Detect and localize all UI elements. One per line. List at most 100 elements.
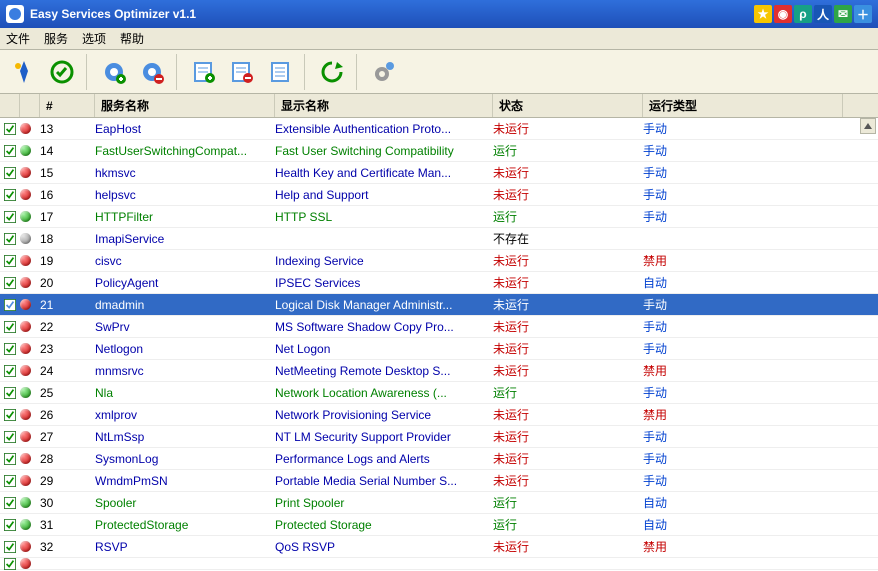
col-display-name[interactable]: 显示名称 [275,94,493,117]
table-row[interactable]: 16helpsvcHelp and Support未运行手动 [0,184,878,206]
row-checkbox[interactable] [0,298,16,312]
service-name: hkmsvc [89,166,269,180]
status-text: 未运行 [487,318,637,335]
gear-blue-button[interactable] [96,54,132,90]
display-name: NetMeeting Remote Desktop S... [269,364,487,378]
table-row[interactable]: 18ImapiService不存在 [0,228,878,250]
start-type-text: 禁用 [637,538,837,555]
app-icon [6,5,24,23]
toolbar [0,50,878,94]
service-name: xmlprov [89,408,269,422]
row-number: 18 [34,232,89,246]
row-checkbox[interactable] [0,474,16,488]
col-number[interactable]: # [40,94,95,117]
table-row[interactable]: 27NtLmSspNT LM Security Support Provider… [0,426,878,448]
row-checkbox[interactable] [0,496,16,510]
tray-plus-icon[interactable]: ＋ [854,5,872,23]
row-checkbox[interactable] [0,210,16,224]
col-checkbox[interactable] [0,94,20,117]
row-checkbox[interactable] [0,557,16,571]
row-checkbox[interactable] [0,166,16,180]
table-row[interactable]: 24mnmsrvcNetMeeting Remote Desktop S...未… [0,360,878,382]
row-checkbox[interactable] [0,364,16,378]
display-name: Logical Disk Manager Administr... [269,298,487,312]
table-row[interactable]: 20PolicyAgentIPSEC Services未运行自动 [0,272,878,294]
restore-button[interactable] [44,54,80,90]
menu-option[interactable]: 选项 [82,30,106,47]
menu-help[interactable]: 帮助 [120,30,144,47]
row-number: 32 [34,540,89,554]
table-row[interactable] [0,558,878,570]
separator [304,54,308,90]
row-checkbox[interactable] [0,342,16,356]
col-status-dot[interactable] [20,94,40,117]
table-row[interactable]: 25NlaNetwork Location Awareness (...运行手动 [0,382,878,404]
tray-weibo-icon[interactable]: ◉ [774,5,792,23]
row-number: 29 [34,474,89,488]
table-row[interactable]: 32RSVPQoS RSVP未运行禁用 [0,536,878,558]
col-start-type[interactable]: 运行类型 [643,94,843,117]
row-checkbox[interactable] [0,254,16,268]
col-service-name[interactable]: 服务名称 [95,94,275,117]
separator [356,54,360,90]
row-checkbox[interactable] [0,144,16,158]
list-add-button[interactable] [186,54,222,90]
table-row[interactable]: 13EapHostExtensible Authentication Proto… [0,118,878,140]
start-type-text: 手动 [637,142,837,159]
display-name: Net Logon [269,342,487,356]
tray-p-icon[interactable]: ρ [794,5,812,23]
status-dot-icon [16,431,34,442]
menu-file[interactable]: 文件 [6,30,30,47]
col-status[interactable]: 状态 [493,94,643,117]
table-row[interactable]: 31ProtectedStorageProtected Storage运行自动 [0,514,878,536]
table-row[interactable]: 29WmdmPmSNPortable Media Serial Number S… [0,470,878,492]
status-text: 未运行 [487,538,637,555]
table-row[interactable]: 23NetlogonNet Logon未运行手动 [0,338,878,360]
table-row[interactable]: 15hkmsvcHealth Key and Certificate Man..… [0,162,878,184]
refresh-button[interactable] [314,54,350,90]
table-row[interactable]: 14FastUserSwitchingCompat...Fast User Sw… [0,140,878,162]
scroll-up-button[interactable] [860,118,876,134]
tray-wechat-icon[interactable]: ✉ [834,5,852,23]
service-name: PolicyAgent [89,276,269,290]
row-checkbox[interactable] [0,232,16,246]
table-row[interactable]: 17HTTPFilterHTTP SSL运行手动 [0,206,878,228]
table-row[interactable]: 30SpoolerPrint Spooler运行自动 [0,492,878,514]
row-number: 31 [34,518,89,532]
row-checkbox[interactable] [0,408,16,422]
status-dot-icon [16,558,34,569]
row-checkbox[interactable] [0,188,16,202]
table-row[interactable]: 28SysmonLogPerformance Logs and Alerts未运… [0,448,878,470]
system-tray: ★ ◉ ρ 人 ✉ ＋ [754,5,872,23]
window-title: Easy Services Optimizer v1.1 [30,7,754,21]
row-checkbox[interactable] [0,320,16,334]
status-text: 未运行 [487,186,637,203]
table-row[interactable]: 21dmadminLogical Disk Manager Administr.… [0,294,878,316]
gear-red-button[interactable] [134,54,170,90]
status-dot-icon [16,475,34,486]
row-checkbox[interactable] [0,276,16,290]
table-row[interactable]: 22SwPrvMS Software Shadow Copy Pro...未运行… [0,316,878,338]
tray-person-icon[interactable]: 人 [814,5,832,23]
service-name: dmadmin [89,298,269,312]
optimize-button[interactable] [6,54,42,90]
tray-star-icon[interactable]: ★ [754,5,772,23]
row-number: 21 [34,298,89,312]
row-checkbox[interactable] [0,540,16,554]
settings-button[interactable] [366,54,402,90]
table-header: # 服务名称 显示名称 状态 运行类型 [0,94,878,118]
list-remove-button[interactable] [224,54,260,90]
row-checkbox[interactable] [0,518,16,532]
row-checkbox[interactable] [0,122,16,136]
status-dot-icon [16,211,34,222]
table-row[interactable]: 26xmlprovNetwork Provisioning Service未运行… [0,404,878,426]
table-row[interactable]: 19cisvcIndexing Service未运行禁用 [0,250,878,272]
menu-service[interactable]: 服务 [44,30,68,47]
list-button[interactable] [262,54,298,90]
row-checkbox[interactable] [0,452,16,466]
row-checkbox[interactable] [0,430,16,444]
status-dot-icon [16,277,34,288]
status-dot-icon [16,541,34,552]
row-checkbox[interactable] [0,386,16,400]
row-number: 24 [34,364,89,378]
